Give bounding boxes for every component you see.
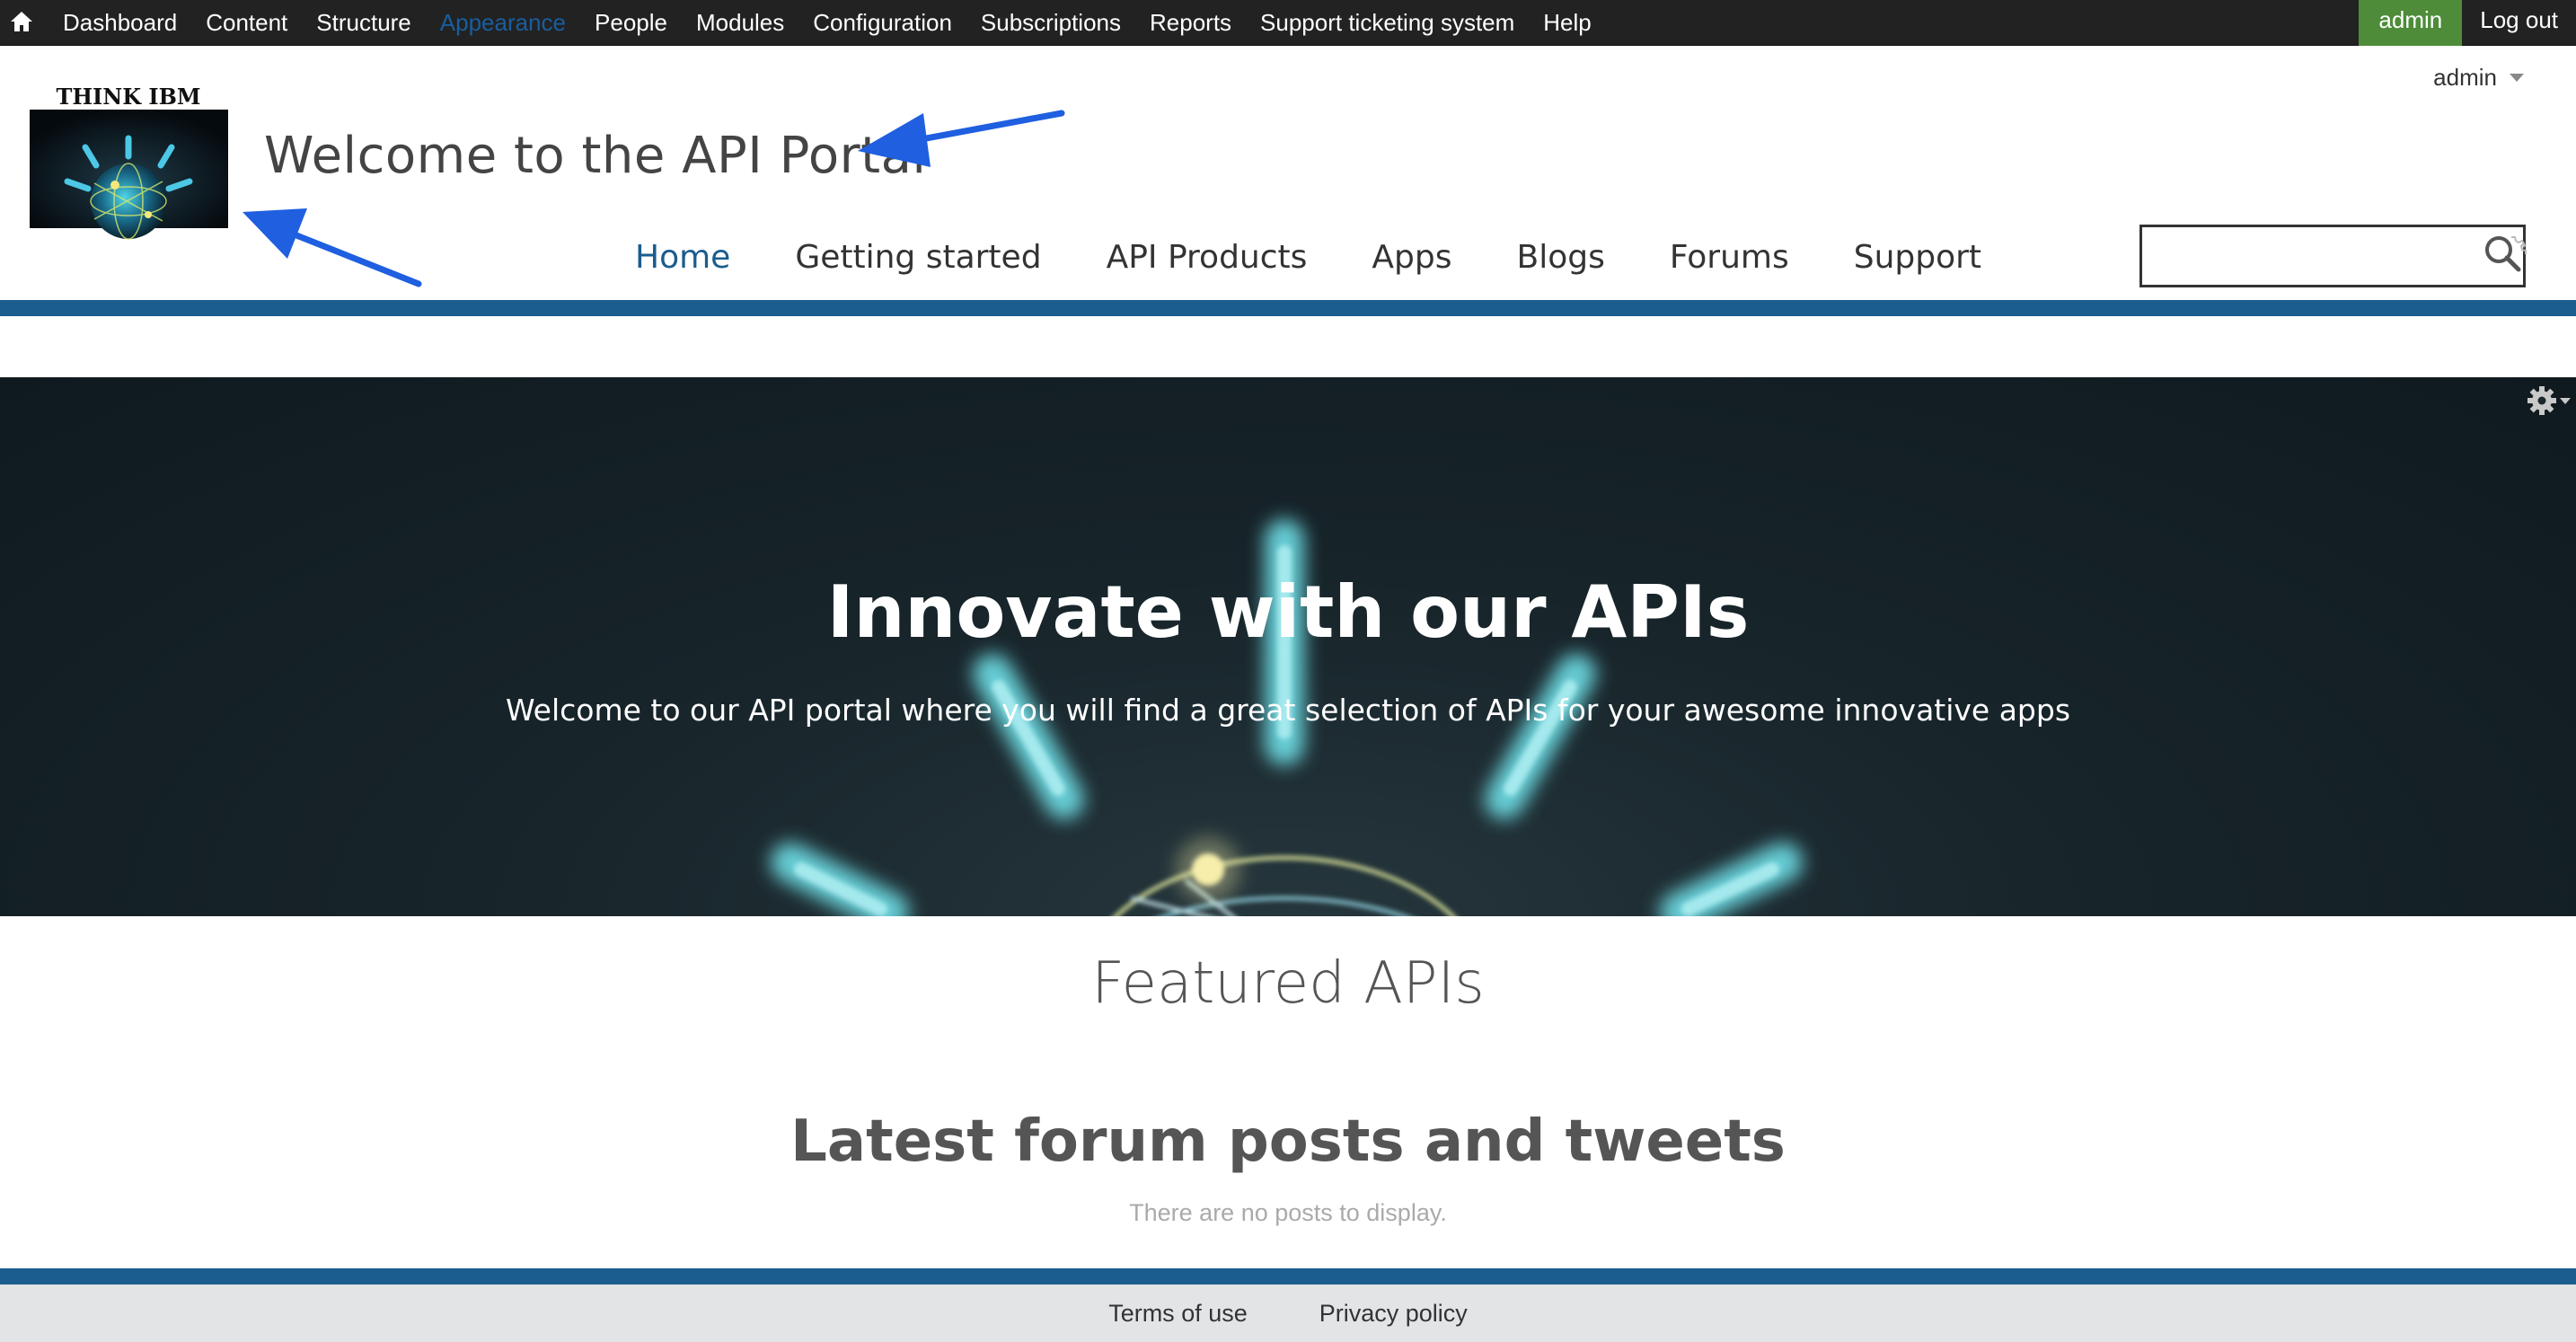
footer-link-terms[interactable]: Terms of use xyxy=(1108,1300,1248,1328)
nav-item-support[interactable]: Support xyxy=(1854,239,1981,276)
user-menu[interactable]: admin xyxy=(2433,64,2524,92)
site-name[interactable]: Welcome to the API Portal xyxy=(264,127,926,185)
site-footer: Terms of use Privacy policy xyxy=(0,1285,2576,1342)
chevron-down-icon xyxy=(2510,74,2524,82)
site-header: THINK IBM Welcome to the API Portal admi… xyxy=(0,46,2576,300)
hero-banner: Innovate with our APIs Welcome to our AP… xyxy=(0,377,2576,916)
hero-subtitle: Welcome to our API portal where you will… xyxy=(505,693,2071,728)
toolbar-item-support-ticketing[interactable]: Support ticketing system xyxy=(1260,9,1514,37)
toolbar-item-modules[interactable]: Modules xyxy=(696,9,784,37)
latest-posts-heading: Latest forum posts and tweets xyxy=(790,1108,1786,1175)
toolbar-item-configuration[interactable]: Configuration xyxy=(813,9,952,37)
site-logo[interactable]: THINK IBM xyxy=(30,66,228,262)
toolbar-user-area: admin Log out xyxy=(2359,0,2576,46)
toolbar-menu: Dashboard Content Structure Appearance P… xyxy=(63,0,1620,46)
featured-apis-heading: Featured APIs xyxy=(1091,950,1485,1017)
footer-link-privacy[interactable]: Privacy policy xyxy=(1319,1300,1468,1328)
logo-text: THINK IBM xyxy=(57,84,201,110)
toolbar-item-content[interactable]: Content xyxy=(206,9,287,37)
logout-link[interactable]: Log out xyxy=(2462,0,2576,46)
toolbar-item-structure[interactable]: Structure xyxy=(316,9,411,37)
admin-toolbar: Dashboard Content Structure Appearance P… xyxy=(0,0,2576,46)
toolbar-item-subscriptions[interactable]: Subscriptions xyxy=(981,9,1121,37)
nav-item-blogs[interactable]: Blogs xyxy=(1517,239,1605,276)
hero-title: Innovate with our APIs xyxy=(826,570,1750,654)
user-menu-label: admin xyxy=(2433,64,2497,91)
toolbar-item-help[interactable]: Help xyxy=(1543,9,1591,37)
nav-item-getting-started[interactable]: Getting started xyxy=(795,239,1041,276)
search-icon[interactable] xyxy=(2479,230,2529,280)
gear-icon[interactable] xyxy=(2524,383,2572,419)
nav-item-forums[interactable]: Forums xyxy=(1670,239,1789,276)
toolbar-user-link[interactable]: admin xyxy=(2359,0,2463,46)
toolbar-item-reports[interactable]: Reports xyxy=(1150,9,1231,37)
toolbar-item-appearance[interactable]: Appearance xyxy=(440,9,566,37)
footer-links: Terms of use Privacy policy xyxy=(0,1285,2576,1342)
toolbar-item-dashboard[interactable]: Dashboard xyxy=(63,9,177,37)
toolbar-item-people[interactable]: People xyxy=(595,9,667,37)
nav-item-home[interactable]: Home xyxy=(635,239,730,276)
footer-divider xyxy=(0,1268,2576,1285)
nav-item-api-products[interactable]: API Products xyxy=(1107,239,1308,276)
main-navigation: Home Getting started API Products Apps B… xyxy=(635,239,2046,276)
home-icon[interactable] xyxy=(7,7,36,36)
header-divider xyxy=(0,300,2576,316)
nav-item-apps[interactable]: Apps xyxy=(1372,239,1451,276)
empty-state-text: There are no posts to display. xyxy=(1129,1199,1447,1226)
search-input[interactable] xyxy=(2139,225,2526,287)
